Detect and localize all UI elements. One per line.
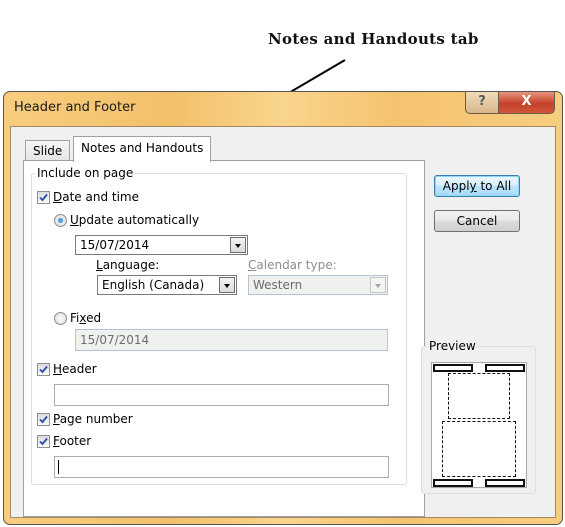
- tab-notes-label: Notes and Handouts: [81, 141, 204, 155]
- fixed-label[interactable]: Fixed: [70, 311, 101, 325]
- page-number-label[interactable]: Page number: [53, 412, 133, 426]
- preview-label: Preview: [427, 339, 478, 353]
- help-icon: ?: [478, 94, 486, 109]
- tab-slide[interactable]: Slide: [25, 140, 71, 161]
- footer-label[interactable]: Footer: [53, 434, 91, 448]
- calendar-type-combobox: Western: [248, 275, 388, 295]
- date-time-label[interactable]: Date and time: [53, 190, 139, 204]
- preview-header-right-placeholder: [485, 364, 525, 372]
- date-time-checkbox[interactable]: [37, 191, 50, 204]
- footer-text-input[interactable]: [54, 456, 389, 478]
- chevron-down-icon: [370, 277, 386, 293]
- chevron-down-icon[interactable]: [219, 277, 235, 293]
- window-title: Header and Footer: [14, 100, 136, 115]
- header-checkbox[interactable]: [37, 363, 50, 376]
- preview-slide-placeholder: [448, 373, 510, 419]
- update-automatically-radio[interactable]: [54, 214, 67, 227]
- checkmark-icon: [39, 365, 48, 374]
- preview-footer-left-placeholder: [433, 479, 473, 487]
- footer-checkbox[interactable]: [37, 435, 50, 448]
- close-icon: X: [521, 94, 532, 109]
- preview-page-thumbnail: [431, 362, 527, 488]
- text-cursor: [58, 460, 59, 474]
- dialog-window: Header and Footer ? X Slide Notes and Ha…: [3, 91, 563, 525]
- fixed-date-value: 15/07/2014: [80, 333, 150, 347]
- fixed-radio[interactable]: [54, 312, 67, 325]
- preview-notes-placeholder: [442, 421, 516, 477]
- header-label[interactable]: Header: [53, 362, 97, 376]
- update-automatically-label[interactable]: Update automatically: [70, 213, 199, 227]
- tab-notes-and-handouts[interactable]: Notes and Handouts: [73, 136, 212, 162]
- annotation-label: Notes and Handouts tab: [268, 30, 479, 48]
- language-combobox[interactable]: English (Canada): [97, 275, 237, 295]
- language-value: English (Canada): [102, 278, 205, 292]
- fixed-date-field: 15/07/2014: [75, 329, 388, 351]
- calendar-type-label: Calendar type:: [248, 258, 337, 272]
- calendar-type-value: Western: [253, 278, 303, 292]
- preview-footer-right-placeholder: [485, 479, 525, 487]
- checkmark-icon: [39, 437, 48, 446]
- apply-to-all-button[interactable]: Apply to All: [434, 175, 520, 197]
- preview-header-left-placeholder: [433, 364, 473, 372]
- checkmark-icon: [39, 415, 48, 424]
- radio-selected-dot: [58, 218, 63, 223]
- page-number-checkbox[interactable]: [37, 413, 50, 426]
- include-on-page-label: Include on page: [35, 166, 136, 180]
- help-button[interactable]: ?: [465, 92, 499, 114]
- auto-date-combobox[interactable]: 15/07/2014: [75, 235, 248, 255]
- header-text-input[interactable]: [54, 384, 389, 406]
- close-button[interactable]: X: [498, 92, 555, 114]
- chevron-down-icon[interactable]: [230, 237, 246, 253]
- auto-date-value: 15/07/2014: [80, 238, 150, 252]
- tab-panel: Include on page Date and time Update aut…: [23, 160, 425, 517]
- cancel-button[interactable]: Cancel: [434, 210, 520, 232]
- tab-slide-label: Slide: [33, 144, 63, 158]
- language-label: Language:: [96, 258, 160, 272]
- checkmark-icon: [39, 193, 48, 202]
